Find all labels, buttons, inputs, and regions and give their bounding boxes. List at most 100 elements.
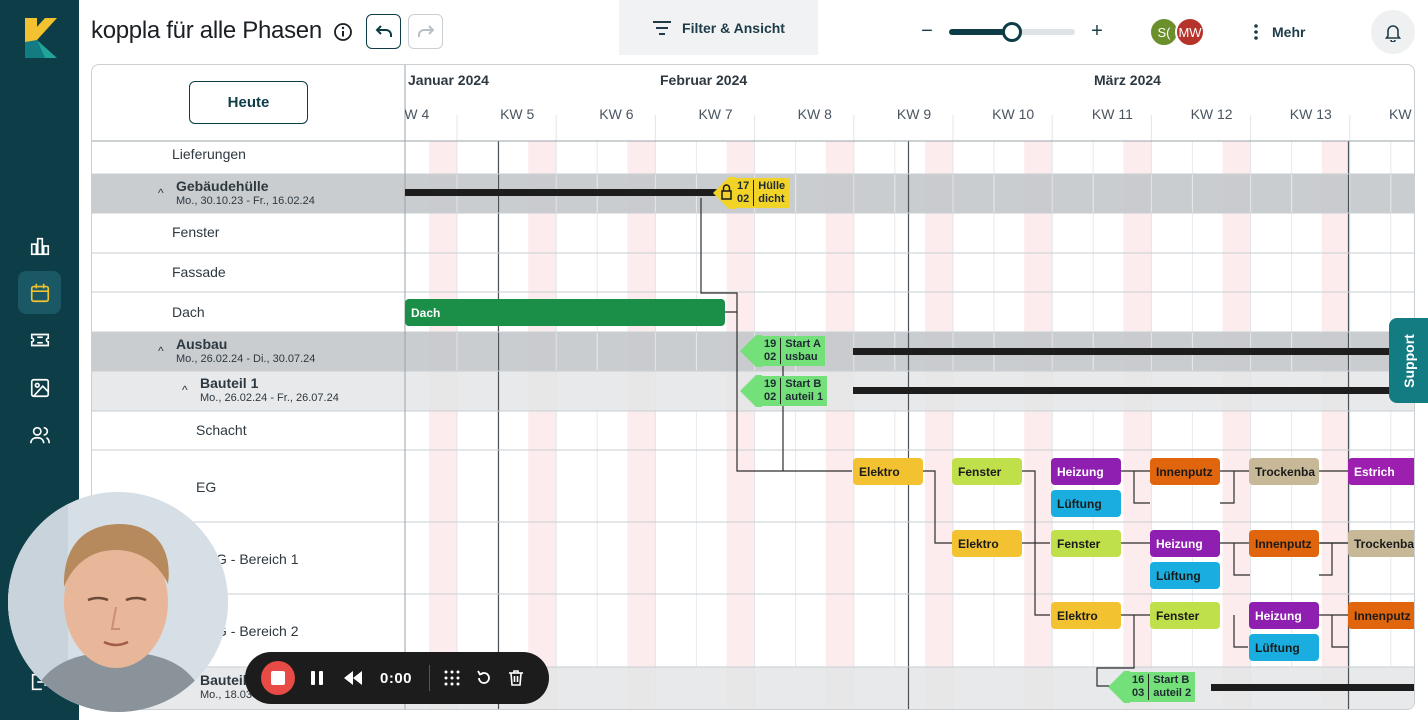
week-label: KW 12 (1190, 106, 1233, 122)
task-bar-eg[interactable]: Trockenba (1249, 458, 1319, 485)
summary-bar (853, 387, 1414, 394)
task-bar-eg[interactable]: Fenster (952, 458, 1022, 485)
subgroup-label[interactable]: Bauteil 1 Mo., 26.02.24 - Fr., 26.07.24 (200, 375, 339, 404)
support-label: Support (1400, 333, 1417, 388)
more-label: Mehr (1272, 24, 1306, 40)
calendar-icon (30, 283, 49, 302)
task-bar-eg[interactable]: Heizung (1051, 458, 1121, 485)
support-tab[interactable]: Support (1389, 318, 1428, 403)
milestone-day: 19 (764, 338, 777, 350)
milestone-month: 02 (764, 351, 777, 363)
milestone-diamond (1108, 671, 1130, 703)
chevron-up-icon[interactable]: ^ (158, 344, 164, 358)
task-bar-eg[interactable]: Elektro (853, 458, 923, 485)
info-icon[interactable] (333, 22, 353, 42)
sidebar-item-dashboard[interactable] (18, 224, 61, 267)
koppla-logo[interactable] (25, 18, 57, 58)
group-label[interactable]: Ausbau Mo., 26.02.24 - Di., 30.07.24 (176, 336, 315, 365)
more-button[interactable]: Mehr (1254, 20, 1305, 44)
task-bar-bereich2[interactable]: Innenputz (1348, 602, 1414, 629)
milestone-month: 03 (1132, 687, 1145, 699)
row-label: EG (196, 479, 217, 495)
pause-button[interactable] (305, 664, 329, 692)
milestone[interactable]: 19 02 Start Bauteil 1 (740, 375, 828, 407)
task-bar-bereich2[interactable]: Elektro (1051, 602, 1121, 629)
zoom-out-button[interactable]: − (917, 20, 937, 42)
weekend-stripe (1222, 141, 1251, 709)
redo-button[interactable] (408, 14, 443, 49)
week-label: KW 8 (797, 106, 832, 122)
zoom-slider[interactable] (949, 22, 1075, 42)
milestone[interactable]: 17 02 Hülle dicht (713, 177, 790, 209)
avatar[interactable]: MW (1175, 17, 1205, 47)
task-bar-bereich1[interactable]: Lüftung (1150, 562, 1220, 589)
group-label[interactable]: Gebäudehülle Mo., 30.10.23 - Fr., 16.02.2… (176, 178, 315, 207)
grid-button[interactable] (441, 664, 463, 692)
stop-icon (271, 671, 285, 685)
zoom-in-button[interactable]: + (1087, 20, 1107, 42)
chevron-up-icon[interactable]: ^ (182, 383, 188, 397)
task-bar-bereich1[interactable]: Fenster (1051, 530, 1121, 557)
milestone-diamond (740, 335, 762, 367)
milestone-date: 17 02 (737, 180, 755, 206)
task-bar-eg[interactable]: Innenputz (1150, 458, 1220, 485)
stop-record-button[interactable] (261, 661, 295, 695)
weekend-stripe (528, 141, 557, 709)
milestone-text: Start Bauteil 2 (1149, 674, 1191, 700)
task-bar-bereich2[interactable]: Lüftung (1249, 634, 1319, 661)
filter-view-button[interactable]: Filter & Ansicht (619, 0, 818, 55)
milestone[interactable]: 19 02 Start Ausbau (740, 335, 825, 367)
milestone-month: 02 (764, 391, 777, 403)
group-name: Bauteil 1 (200, 375, 259, 391)
weekend-stripe (1321, 141, 1350, 709)
week-label: KW 9 (896, 106, 932, 122)
task-bar-eg[interactable]: Lüftung (1051, 490, 1121, 517)
weekend-stripe (825, 141, 854, 709)
milestone-text: Start Ausbau (781, 338, 821, 364)
task-bar-bereich1[interactable]: Heizung (1150, 530, 1220, 557)
row-label: Lieferungen (172, 146, 246, 162)
webcam-overlay[interactable] (8, 492, 228, 712)
task-bar-dach[interactable]: Dach (405, 299, 725, 326)
top-bar: koppla für alle Phasen Filter & Ansicht … (79, 0, 1428, 64)
zoom-slider-handle[interactable] (1002, 22, 1022, 42)
filter-icon (653, 20, 672, 35)
users-icon (29, 426, 50, 443)
webcam-person-image (8, 492, 228, 712)
milestone-subtitle: auteil 1 (785, 391, 824, 403)
milestone-subtitle: dicht (758, 193, 785, 205)
restart-icon (477, 670, 490, 684)
sidebar-item-calendar[interactable] (18, 271, 61, 314)
sidebar-item-tickets[interactable] (18, 318, 61, 361)
page-title: koppla für alle Phasen (91, 17, 322, 44)
more-vertical-icon (1254, 24, 1258, 40)
undo-button[interactable] (366, 14, 401, 49)
rewind-button[interactable] (341, 664, 365, 692)
restart-button[interactable] (473, 664, 495, 692)
task-bar-bereich1[interactable]: Trockenba (1348, 530, 1414, 557)
notifications-button[interactable] (1371, 10, 1415, 54)
task-bar-bereich1[interactable]: Innenputz (1249, 530, 1319, 557)
row-label: G - Bereich 2 (216, 623, 299, 639)
row-label: G - Bereich 1 (216, 551, 299, 567)
task-bar-bereich2[interactable]: Fenster (1150, 602, 1220, 629)
task-bar-bereich1[interactable]: Elektro (952, 530, 1022, 557)
gantt-chart: Heute Januar 2024 Februar 2024 März 2024 KW… (91, 64, 1415, 710)
task-bar-eg[interactable]: Estrich (1348, 458, 1414, 485)
divider (429, 665, 430, 691)
milestone[interactable]: 16 03 Start Bauteil 2 (1108, 671, 1196, 703)
dots-grid-icon (444, 670, 460, 686)
trash-icon (509, 670, 523, 686)
group-dates: Mo., 26.02.24 - Di., 30.07.24 (176, 353, 316, 365)
milestone-date: 16 03 (1132, 674, 1150, 700)
chevron-up-icon[interactable]: ^ (158, 186, 164, 200)
sidebar-item-images[interactable] (18, 366, 61, 409)
task-bar-bereich2[interactable]: Heizung (1249, 602, 1319, 629)
lock-icon (713, 177, 735, 209)
today-button[interactable]: Heute (189, 81, 308, 124)
delete-button[interactable] (505, 664, 527, 692)
summary-bar (1211, 684, 1414, 691)
redo-icon (417, 24, 434, 37)
sidebar-item-users[interactable] (18, 413, 61, 456)
group-dates: Mo., 26.02.24 - Fr., 26.07.24 (200, 392, 339, 404)
